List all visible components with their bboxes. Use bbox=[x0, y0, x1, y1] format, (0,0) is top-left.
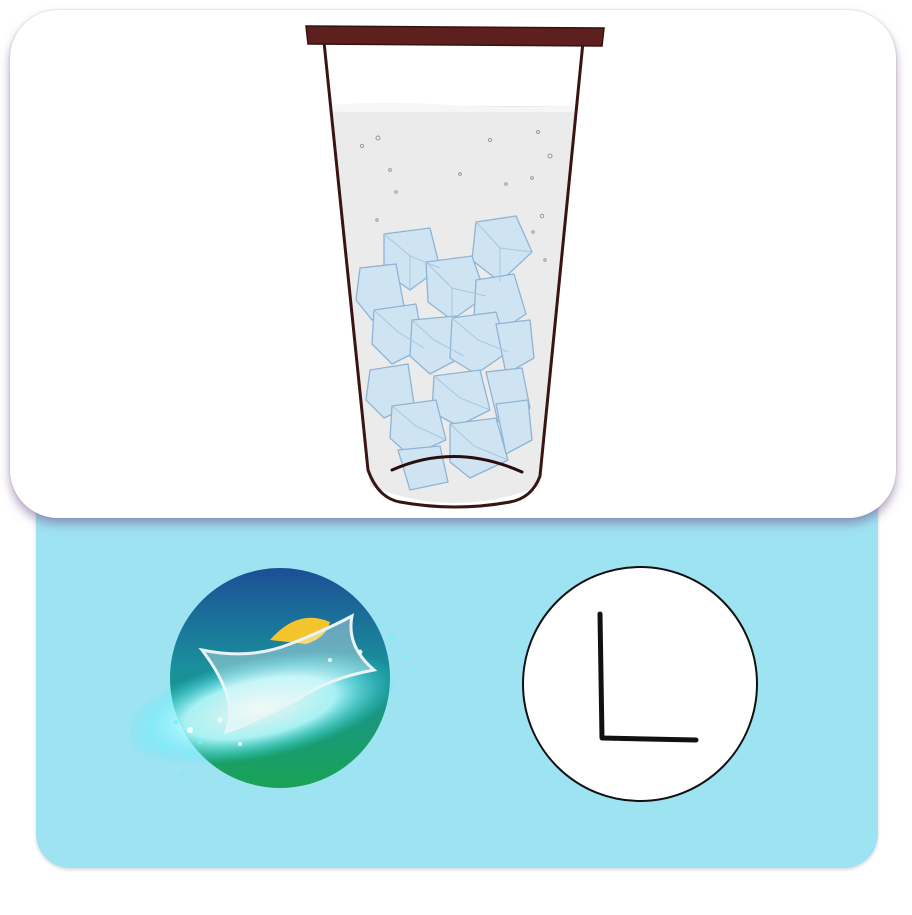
size-label: L bbox=[0, 0, 1, 1]
size-badge-icon[interactable] bbox=[520, 566, 760, 802]
drink-builder: L bbox=[0, 0, 912, 915]
sprite-logo-icon[interactable] bbox=[130, 560, 430, 800]
ice-cup-icon bbox=[305, 25, 605, 509]
